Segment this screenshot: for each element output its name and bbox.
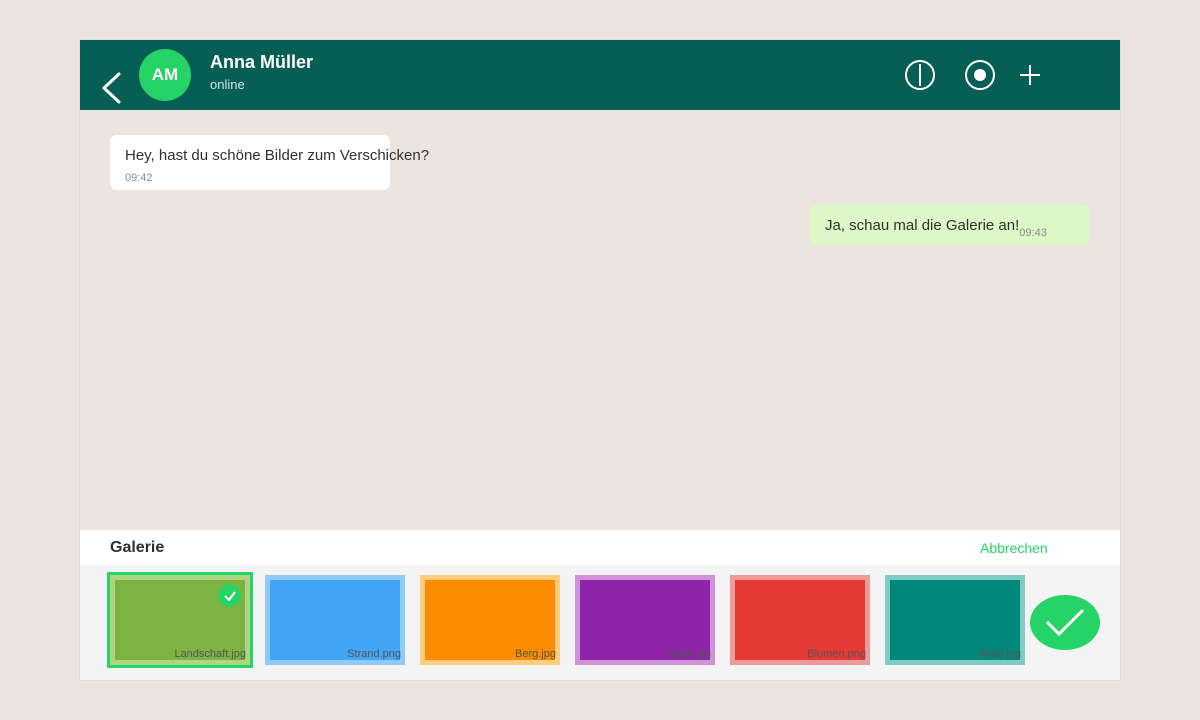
message-outgoing[interactable]: Ja, schau mal die Galerie an!09:43 (810, 205, 1090, 245)
record-icon[interactable] (964, 59, 996, 91)
check-icon (218, 584, 241, 607)
gallery-item-name: Landschaft.jpg (174, 648, 246, 660)
cancel-button[interactable]: Abbrechen (980, 540, 1048, 556)
gallery-item-name: Wald.jpg (978, 648, 1021, 660)
gallery-item[interactable]: Berg.jpg (420, 575, 560, 665)
message-text: Ja, schau mal die Galerie an! (825, 217, 1020, 234)
avatar[interactable]: AM (139, 49, 191, 101)
gallery-item-name: Blumen.png (807, 648, 866, 660)
checkmark-icon (1045, 608, 1085, 636)
message-incoming[interactable]: Hey, hast du schöne Bilder zum Verschick… (110, 135, 429, 190)
contact-name[interactable]: Anna Müller (210, 52, 313, 73)
gallery-strip: Landschaft.jpg Strand.png Berg.jpg Stadt… (80, 565, 1120, 680)
plus-icon[interactable] (1014, 59, 1046, 91)
gallery-item[interactable]: Stadt.jpg (575, 575, 715, 665)
gallery-item-name: Berg.jpg (515, 648, 556, 660)
info-icon[interactable] (904, 59, 936, 91)
gallery-header: Galerie Abbrechen (80, 530, 1120, 565)
gallery-item[interactable]: Wald.jpg (885, 575, 1025, 665)
gallery-title: Galerie (110, 539, 165, 556)
chat-header: AM Anna Müller online (80, 40, 1120, 110)
gallery-item[interactable]: Landschaft.jpg (107, 572, 253, 668)
gallery-item-name: Stadt.jpg (667, 648, 711, 660)
back-arrow-icon[interactable] (100, 70, 124, 106)
message-time: 09:42 (125, 172, 153, 184)
chat-window: AM Anna Müller online Hey, hast du schön… (80, 40, 1120, 680)
message-time: 09:43 (1019, 227, 1047, 239)
gallery-item[interactable]: Blumen.png (730, 575, 870, 665)
message-text: Hey, hast du schöne Bilder zum Verschick… (125, 147, 430, 164)
send-button[interactable] (1030, 595, 1100, 650)
contact-status: online (210, 77, 245, 92)
gallery-item-name: Strand.png (347, 648, 401, 660)
gallery-item[interactable]: Strand.png (265, 575, 405, 665)
message-list: Hey, hast du schöne Bilder zum Verschick… (80, 110, 1120, 530)
